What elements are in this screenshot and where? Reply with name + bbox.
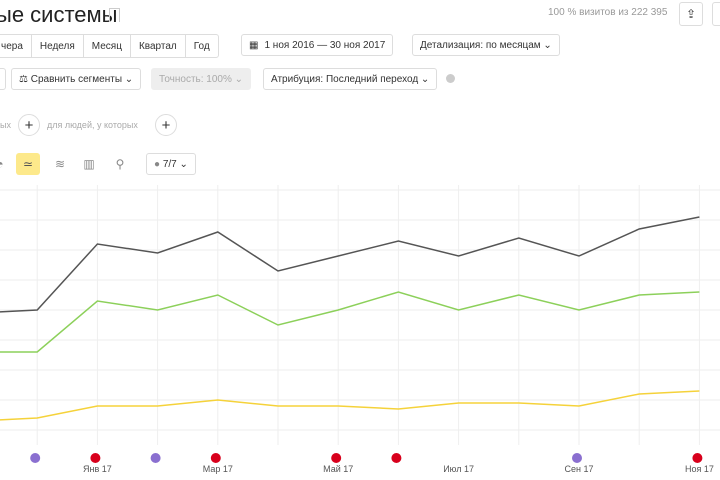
x-tick-label: Янв 17 [83, 464, 112, 474]
note-marker [210, 453, 221, 463]
compare-segments-dropdown[interactable]: ⚖ Сравнить сегменты ⌄ [11, 68, 142, 90]
period-quarter[interactable]: Квартал [131, 35, 186, 57]
bookmark-icon[interactable] [109, 8, 120, 22]
series-line-2 [0, 390, 700, 421]
bar-chart-icon[interactable]: ▥ [77, 153, 101, 175]
compare-icon: ⚖ [19, 73, 28, 85]
line-chart-icon[interactable]: ≃ [16, 153, 40, 175]
period-selector: чера Неделя Месяц Квартал Год [0, 34, 219, 58]
notes-dropdown[interactable]: ● 7/7 ⌄ [146, 153, 196, 175]
x-tick-label: Июл 17 [443, 464, 474, 474]
date-range-label: 1 ноя 2016 — 30 ноя 2017 [264, 39, 386, 51]
upload-icon[interactable]: ⇪ [679, 2, 703, 26]
date-range-button[interactable]: ▦ 1 ноя 2016 — 30 ноя 2017 [241, 34, 394, 56]
accuracy-label: Точность: 100% [159, 73, 232, 85]
detail-label: Детализация: по месяцам [420, 39, 541, 51]
area-chart-icon[interactable]: ≋ [48, 153, 72, 175]
comment-icon: ● [154, 158, 161, 170]
period-week[interactable]: Неделя [32, 35, 84, 57]
calendar-icon: ▦ [249, 39, 259, 51]
compare-label: Сравнить сегменты [30, 73, 123, 85]
x-tick-label: Сен 17 [565, 464, 594, 474]
visits-summary: 100 % визитов из 222 395 [548, 7, 668, 18]
x-tick-label: Май 17 [323, 464, 353, 474]
note-marker [692, 453, 703, 463]
line-chart: Янв 17 Мар 17 Май 17 Июл 17 Сен 17 Ноя 17 [0, 185, 720, 474]
note-marker [90, 453, 101, 463]
x-tick-label: Ноя 17 [685, 464, 714, 474]
more-button[interactable] [712, 2, 720, 26]
note-marker [572, 453, 582, 463]
period-year[interactable]: Год [186, 35, 218, 57]
chevron-down-icon: ⌄ [540, 39, 552, 51]
x-tick-label: Мар 17 [203, 464, 233, 474]
attribution-label: Атрибуция: Последний переход [271, 73, 419, 85]
period-month[interactable]: Месяц [84, 35, 131, 57]
chevron-down-icon: ⌄ [418, 73, 430, 85]
page-title: ые системы [0, 2, 118, 27]
add-people-filter-button[interactable]: + [155, 114, 177, 136]
detail-dropdown[interactable]: Детализация: по месяцам ⌄ [412, 34, 560, 56]
note-marker [331, 453, 342, 463]
filter-people-label: для людей, у которых [47, 120, 138, 130]
note-marker [391, 453, 402, 463]
map-icon[interactable]: ⚲ [108, 153, 132, 175]
series-line-0 [0, 216, 700, 313]
accuracy-dropdown[interactable]: Точность: 100% ⌄ [151, 68, 252, 90]
add-visit-filter-button[interactable]: + [18, 114, 40, 136]
series-line-1 [0, 291, 700, 353]
notes-count: 7/7 [162, 158, 177, 170]
period-yesterday[interactable]: чера [0, 35, 32, 57]
note-marker [150, 453, 161, 463]
filter-visits-label: ых [0, 120, 11, 130]
note-marker [30, 453, 41, 463]
pie-chart-icon[interactable]: ◔ [0, 153, 12, 175]
help-icon[interactable] [446, 74, 455, 83]
chevron-down-icon: ⌄ [122, 73, 134, 85]
attribution-dropdown[interactable]: Атрибуция: Последний переход ⌄ [263, 68, 438, 90]
segment-button[interactable] [0, 68, 6, 90]
